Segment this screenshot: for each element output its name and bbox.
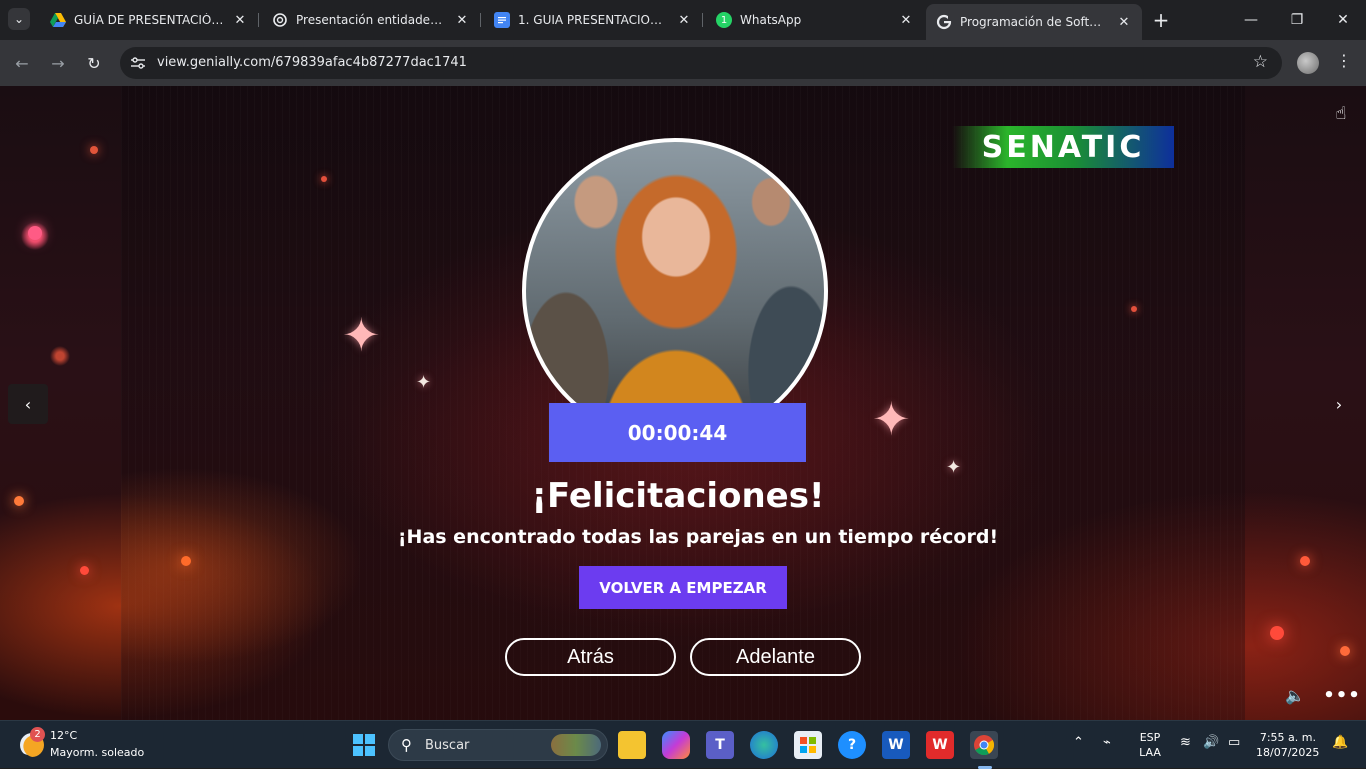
bookmark-star-icon[interactable]: ☆	[1253, 52, 1268, 72]
notifications-bell-icon[interactable]: 🔔	[1332, 735, 1348, 750]
congratulations-subtitle: ¡Has encontrado todas las parejas en un …	[397, 526, 999, 548]
sparkle-icon: ✦	[416, 372, 432, 393]
edge-icon[interactable]	[750, 731, 778, 759]
clock-date: 18/07/2025	[1256, 746, 1320, 759]
bokeh-light	[1131, 306, 1137, 312]
search-highlight-image	[551, 734, 601, 756]
bokeh-light	[1300, 556, 1310, 566]
forward-arrow-icon[interactable]: →	[46, 51, 70, 75]
bokeh-light	[80, 566, 89, 575]
tab-guia-docx[interactable]: 1. GUIA PRESENTACION.docx ✕	[484, 6, 703, 34]
whatsapp-icon: 1	[716, 12, 732, 28]
taskbar-search[interactable]: ⚲ Buscar	[388, 729, 608, 761]
browser-menu-icon[interactable]: ⋮	[1334, 51, 1354, 70]
tab-title: Presentación entidades OIT S	[296, 13, 448, 27]
bokeh-light	[321, 176, 327, 182]
clock-time: 7:55 a. m.	[1259, 731, 1316, 744]
bokeh-light	[1340, 646, 1350, 656]
touch-hand-icon[interactable]: ☝	[1328, 100, 1354, 126]
browser-tab-strip: ⌄ GUÍA DE PRESENTACIÓN - G ✕ Presentació…	[0, 0, 1366, 40]
site-settings-icon[interactable]	[128, 54, 148, 72]
students-photo	[522, 138, 828, 444]
profile-avatar[interactable]	[1297, 52, 1319, 74]
tab-title: Programación de Software-	[960, 15, 1110, 29]
copilot-icon[interactable]	[662, 731, 690, 759]
reload-icon[interactable]: ↻	[82, 51, 106, 75]
close-icon[interactable]: ✕	[1116, 15, 1132, 30]
close-icon[interactable]: ✕	[232, 13, 248, 28]
url-text[interactable]: view.genially.com/679839afac4b87277dac17…	[157, 55, 467, 70]
next-slide-chevron-icon[interactable]: ›	[1322, 384, 1356, 424]
back-arrow-icon[interactable]: ←	[10, 51, 34, 75]
bokeh-light	[28, 226, 42, 240]
input-language[interactable]: ESP LAA	[1138, 730, 1162, 760]
wifi-icon[interactable]: ≋	[1180, 735, 1191, 750]
tab-presentacion-entidades[interactable]: Presentación entidades OIT S ✕	[262, 6, 481, 34]
openai-icon	[272, 12, 288, 28]
volume-icon[interactable]: 🔈	[1282, 682, 1308, 708]
new-tab-button[interactable]: +	[1149, 8, 1173, 32]
browser-toolbar: ← → ↻ view.genially.com/679839afac4b8727…	[0, 40, 1366, 86]
bokeh-light	[181, 556, 191, 566]
language-code: ESP	[1139, 731, 1161, 744]
sparkle-icon: ✦	[342, 308, 381, 362]
search-icon: ⚲	[401, 736, 412, 754]
google-icon	[936, 14, 952, 30]
close-icon[interactable]: ✕	[676, 13, 692, 28]
tab-guia-presentacion[interactable]: GUÍA DE PRESENTACIÓN - G ✕	[40, 6, 259, 34]
windows-start-icon[interactable]	[350, 731, 378, 759]
bokeh-light	[90, 146, 98, 154]
wps-icon[interactable]: W	[926, 731, 954, 759]
minimize-icon[interactable]: —	[1228, 6, 1274, 34]
window-close-icon[interactable]: ✕	[1320, 6, 1366, 34]
bokeh-light	[1270, 626, 1284, 640]
chevron-up-icon[interactable]: ⌃	[1073, 735, 1084, 750]
forward-button[interactable]: Adelante	[690, 638, 861, 676]
back-button[interactable]: Atrás	[505, 638, 676, 676]
tab-whatsapp[interactable]: 1 WhatsApp ✕	[706, 6, 924, 34]
weather-condition[interactable]: Mayorm. soleado	[50, 746, 144, 759]
keyboard-layout: LAA	[1139, 746, 1161, 759]
google-docs-icon	[494, 12, 510, 28]
system-clock[interactable]: 7:55 a. m. 18/07/2025	[1256, 730, 1320, 760]
google-drive-icon	[50, 12, 66, 28]
network-offline-icon[interactable]: ⌁	[1103, 735, 1111, 750]
close-icon[interactable]: ✕	[454, 13, 470, 28]
teams-icon[interactable]: T	[706, 731, 734, 759]
tab-title: 1. GUIA PRESENTACION.docx	[518, 13, 670, 27]
address-bar[interactable]: view.genially.com/679839afac4b87277dac17…	[120, 47, 1282, 79]
restart-button[interactable]: VOLVER A EMPEZAR	[579, 566, 787, 609]
word-icon[interactable]: W	[882, 731, 910, 759]
senatic-logo: SENATIC	[952, 126, 1174, 168]
previous-slide-chevron-icon[interactable]: ‹	[8, 384, 48, 424]
congratulations-title: ¡Felicitaciones!	[531, 476, 825, 516]
tab-search-chevron-icon[interactable]: ⌄	[8, 8, 30, 30]
elapsed-timer: 00:00:44	[549, 403, 806, 462]
tab-programacion-software[interactable]: Programación de Software- ✕	[926, 4, 1142, 40]
maximize-icon[interactable]: ❐	[1274, 6, 1320, 34]
notification-badge: 1	[720, 14, 728, 26]
speaker-icon[interactable]: 🔊	[1203, 735, 1219, 750]
help-icon[interactable]: ?	[838, 731, 866, 759]
chrome-icon[interactable]	[970, 731, 998, 759]
file-explorer-icon[interactable]	[618, 731, 646, 759]
more-options-icon[interactable]: •••	[1323, 682, 1360, 708]
store-icon[interactable]	[794, 731, 822, 759]
sparkle-icon: ✦	[872, 392, 911, 446]
weather-badge: 2	[30, 727, 45, 742]
windows-taskbar: 2 12°C Mayorm. soleado ⚲ Buscar T ? W W …	[0, 720, 1366, 769]
tab-title: WhatsApp	[740, 13, 802, 27]
temperature[interactable]: 12°C	[50, 729, 77, 742]
close-icon[interactable]: ✕	[898, 13, 914, 28]
tab-title: GUÍA DE PRESENTACIÓN - G	[74, 13, 226, 27]
presentation-viewport: SENATIC ✦ ✦ ✦ ✦ 00:00:44 ¡Felicitaciones…	[0, 86, 1366, 720]
battery-icon[interactable]: ▭	[1228, 735, 1240, 750]
sparkle-icon: ✦	[946, 457, 962, 478]
bokeh-light	[14, 496, 24, 506]
search-placeholder: Buscar	[425, 738, 470, 753]
